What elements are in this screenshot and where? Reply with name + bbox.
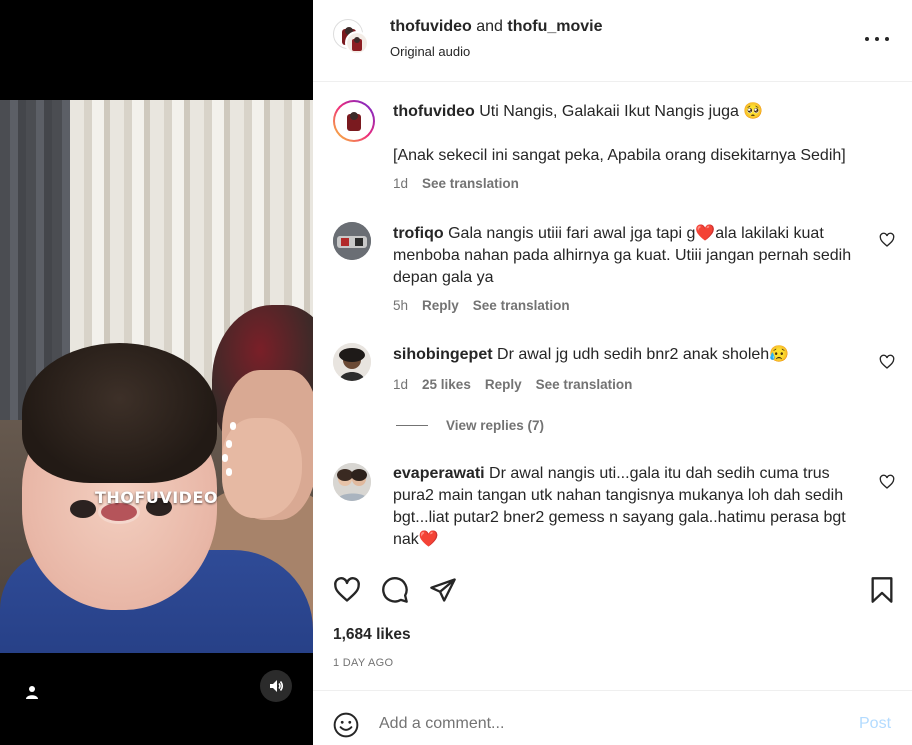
comment-text: trofiqo Gala nangis utiii fari awal jga … <box>393 223 863 289</box>
caption-username[interactable]: thofuvideo <box>393 103 475 120</box>
comment-avatar[interactable] <box>333 222 371 260</box>
caption-body: Uti Nangis, Galakaii Ikut Nangis juga 🥺 <box>474 103 764 120</box>
comment-text: sihobingepet Dr awal jg udh sedih bnr2 a… <box>393 344 863 366</box>
bookmark-icon[interactable] <box>868 576 896 604</box>
video-frame[interactable] <box>0 100 313 653</box>
comment-time[interactable]: 1d <box>393 377 408 392</box>
see-translation-link[interactable]: See translation <box>422 176 519 191</box>
heart-icon[interactable] <box>333 576 361 604</box>
caption-time[interactable]: 1d <box>393 176 408 191</box>
likes-count[interactable]: 1,684 likes <box>333 626 411 644</box>
more-icon[interactable] <box>865 30 889 48</box>
tag-user-icon[interactable] <box>20 680 44 704</box>
post-button[interactable]: Post <box>859 715 891 733</box>
nail <box>230 422 236 430</box>
nail <box>226 440 232 448</box>
see-translation-link[interactable]: See translation <box>473 298 570 313</box>
avatar-secondary[interactable] <box>345 31 369 55</box>
emoji-icon[interactable] <box>333 712 359 738</box>
comment-body: Dr awal jg udh sedih bnr2 anak sholeh😥 <box>492 346 790 363</box>
nail <box>222 454 228 462</box>
comment-likes[interactable]: 25 likes <box>422 377 471 392</box>
post-media[interactable]: THOFUVIDEO <box>0 0 313 745</box>
like-comment-icon[interactable] <box>879 232 895 248</box>
caption-meta: 1d See translation <box>393 176 519 191</box>
comments-list[interactable]: thofuvideo Uti Nangis, Galakaii Ikut Nan… <box>313 82 912 562</box>
video-watermark: THOFUVIDEO <box>95 488 218 507</box>
comment-icon[interactable] <box>381 576 409 604</box>
comment-body: Gala nangis utiii fari awal jga tapi g❤️… <box>393 225 852 286</box>
view-replies-button[interactable]: View replies (7) <box>396 418 544 433</box>
caption-avatar[interactable] <box>333 100 375 142</box>
comment-time[interactable]: 5h <box>393 298 408 313</box>
comment-avatar[interactable] <box>333 463 371 501</box>
comment-username[interactable]: evaperawati <box>393 465 485 482</box>
view-replies-line <box>396 425 428 426</box>
post-date[interactable]: 1 DAY AGO <box>333 657 393 669</box>
author-joiner: and <box>471 18 508 35</box>
post-header: thofuvideo and thofu_movie Original audi… <box>313 0 912 82</box>
comment-username[interactable]: sihobingepet <box>393 346 493 363</box>
comment-username[interactable]: trofiqo <box>393 225 444 242</box>
comment-input[interactable] <box>379 712 819 736</box>
sound-icon[interactable] <box>260 670 292 702</box>
like-comment-icon[interactable] <box>879 474 895 490</box>
nail <box>226 468 232 476</box>
author-secondary-link[interactable]: thofu_movie <box>507 18 602 35</box>
like-comment-icon[interactable] <box>879 354 895 370</box>
see-translation-link[interactable]: See translation <box>536 377 633 392</box>
comment-text: evaperawati Dr awal nangis uti...gala it… <box>393 463 863 551</box>
view-replies-label: View replies (7) <box>446 418 545 433</box>
comment-avatar[interactable] <box>333 343 371 381</box>
reply-button[interactable]: Reply <box>422 298 459 313</box>
author-primary-link[interactable]: thofuvideo <box>390 18 472 35</box>
caption-text: thofuvideo Uti Nangis, Galakaii Ikut Nan… <box>393 101 863 123</box>
post-panel: thofuvideo and thofu_movie Original audi… <box>313 0 912 745</box>
audio-link[interactable]: Original audio <box>390 44 470 59</box>
comment-meta: 1d 25 likes Reply See translation <box>393 377 632 392</box>
caption-text-2: [Anak sekecil ini sangat peka, Apabila o… <box>393 147 846 164</box>
share-icon[interactable] <box>429 576 457 604</box>
comment-composer: Post <box>313 690 912 745</box>
child-hair <box>22 343 217 483</box>
action-bar <box>313 570 912 614</box>
comment-meta: 5h Reply See translation <box>393 298 570 313</box>
post-authors: thofuvideo and thofu_movie <box>390 18 602 36</box>
reply-button[interactable]: Reply <box>485 377 522 392</box>
